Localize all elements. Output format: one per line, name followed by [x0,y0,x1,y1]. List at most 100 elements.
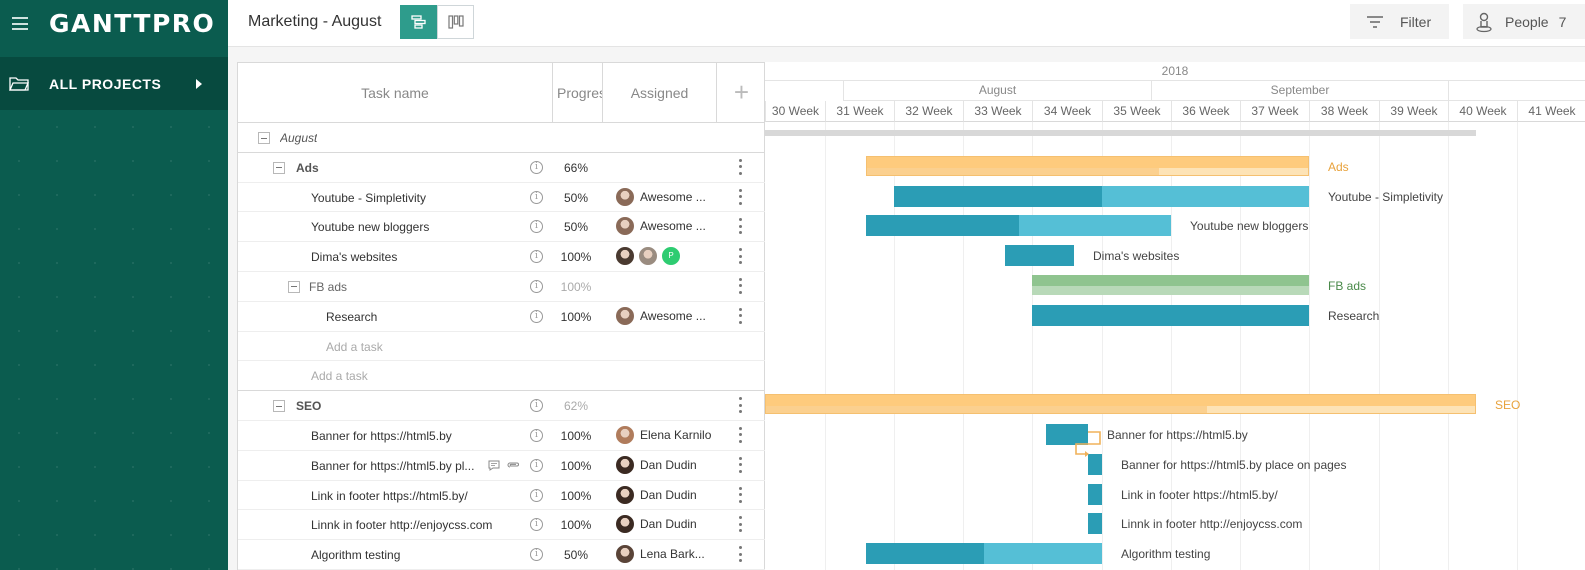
task-grid: Task name Progress Assigned + August Ads i… [237,62,766,570]
task-row[interactable]: Banner for https://html5.by i 100% Elena Ka… [238,421,766,451]
assignee-cell[interactable]: Elena Karnilo [615,424,712,445]
august-summary-bar[interactable] [765,130,1476,136]
info-icon[interactable]: i [530,518,543,532]
assignee-cell[interactable]: Dan Dudin [615,484,697,505]
task-row[interactable]: Youtube new bloggers i 50% Awesome ... [238,212,766,243]
more-options-icon[interactable] [739,426,743,443]
more-options-icon[interactable] [739,248,743,265]
task-row[interactable]: Youtube - Simpletivity i 50% Awesome ... [238,183,766,213]
task-row[interactable]: Link in footer https://html5.by/i 100% Dan… [238,481,766,511]
task-row[interactable]: Research i 100% Awesome ... [238,302,766,332]
add-task-link[interactable]: Add a task [311,369,368,383]
algorithm-testing-bar[interactable] [866,543,1102,565]
more-options-icon[interactable] [739,307,743,324]
info-icon[interactable]: i [530,160,543,174]
more-options-icon[interactable] [739,456,743,473]
column-header-progress[interactable]: Progress [553,63,603,122]
task-row[interactable]: Banner for https://html5.by pl... i 100% D… [238,451,766,481]
avatar [615,305,635,326]
app-root: GANTTPRO ALL PROJECTS Marketing - August… [0,0,1585,570]
youtube-bloggers-label: Youtube new bloggers [1190,219,1309,234]
more-options-icon[interactable] [739,546,743,563]
task-row[interactable]: Linnk in footer http://enjoycss.com i 100%… [238,510,766,541]
task-name: Banner for https://html5.by pl... [311,458,475,473]
task-progress: 50% [563,190,589,205]
more-options-icon[interactable] [739,397,743,414]
info-icon[interactable]: i [530,399,543,413]
more-options-icon[interactable] [739,516,743,533]
info-icon[interactable]: i [530,548,543,562]
more-options-icon[interactable] [739,188,743,205]
assignee-cell[interactable]: Awesome ... [615,186,706,207]
dependency-arrow-icon[interactable] [1073,430,1103,464]
collapse-toggle-icon[interactable] [273,161,285,174]
week-header: 32 Week [894,101,963,122]
people-button[interactable]: People 7 [1463,4,1585,39]
research-bar[interactable] [1032,304,1309,326]
assignee-name: Elena Karnilo [640,427,712,442]
task-row[interactable]: Dima's websites i 100% P [238,242,766,272]
link-footer-enjoycss-label: Linnk in footer http://enjoycss.com [1121,517,1303,532]
info-icon[interactable]: i [530,279,543,293]
app-logo[interactable]: GANTTPRO [49,9,215,38]
attachment-icon[interactable] [506,460,520,470]
add-task-link[interactable]: Add a task [326,340,383,354]
task-progress: 100% [560,309,592,324]
column-header-task-name[interactable]: Task name [238,63,553,122]
add-task-row[interactable]: Add a task [238,361,766,392]
task-row[interactable]: Algorithm testing i 50% Lena Bark... [238,540,766,570]
link-footer-html5-label: Link in footer https://html5.by/ [1121,487,1278,502]
info-icon[interactable]: i [530,309,543,323]
youtube-simpletivity-label: Youtube - Simpletivity [1328,189,1443,204]
week-header: 40 Week [1448,101,1517,122]
avatar [615,246,635,267]
more-options-icon[interactable] [739,158,743,175]
board-view-button[interactable] [437,5,474,39]
task-progress: 100% [560,458,592,473]
group-row[interactable]: Ads i 66% [238,153,766,183]
assignee-cell[interactable]: Awesome ... [615,305,706,326]
assignee-cell[interactable]: Awesome ... [615,216,706,237]
gantt-view-button[interactable] [400,5,437,39]
group-row[interactable]: SEO i 62% [238,391,766,421]
column-header-assigned[interactable]: Assigned [603,63,717,122]
link-footer-enjoycss-bar[interactable] [1088,513,1102,535]
sidebar: GANTTPRO ALL PROJECTS [0,0,228,570]
dimas-websites-bar[interactable] [1005,245,1074,267]
week-header: 39 Week [1379,101,1448,122]
collapse-toggle-icon[interactable] [258,132,270,144]
group-row[interactable]: August [238,123,766,153]
assignee-cell[interactable]: Dan Dudin [615,454,697,475]
collapse-toggle-icon[interactable] [273,400,285,413]
algorithm-testing-label: Algorithm testing [1121,547,1211,562]
hamburger-menu-icon[interactable] [12,17,28,30]
add-column-button[interactable]: + [717,63,766,122]
info-icon[interactable]: i [530,250,543,264]
more-options-icon[interactable] [739,277,743,294]
info-icon[interactable]: i [530,428,543,442]
filter-button[interactable]: Filter [1350,4,1449,39]
ads-group-bar[interactable] [866,155,1309,176]
seo-bar-label: SEO [1495,398,1521,413]
assignee-cell[interactable]: Lena Bark... [615,544,705,565]
fb-ads-group-bar[interactable] [1032,275,1309,295]
avatar [615,424,635,445]
add-task-row[interactable]: Add a task [238,332,766,362]
week-header: 37 Week [1240,101,1309,122]
more-options-icon[interactable] [739,218,743,235]
assignee-cell[interactable]: Dan Dudin [615,514,697,535]
youtube-bloggers-bar[interactable] [866,215,1171,237]
link-footer-html5-bar[interactable] [1088,483,1102,505]
more-options-icon[interactable] [739,486,743,503]
info-icon[interactable]: i [530,190,543,204]
seo-group-bar[interactable] [765,394,1476,415]
group-row[interactable]: FB ads i 100% [238,272,766,302]
assignee-cell[interactable]: P [615,246,686,267]
info-icon[interactable]: i [530,220,543,234]
comment-icon[interactable] [488,460,500,471]
youtube-simpletivity-bar[interactable] [894,185,1309,207]
info-icon[interactable]: i [530,458,543,472]
info-icon[interactable]: i [530,488,543,502]
collapse-toggle-icon[interactable] [288,280,300,293]
all-projects-item[interactable]: ALL PROJECTS [0,57,228,110]
